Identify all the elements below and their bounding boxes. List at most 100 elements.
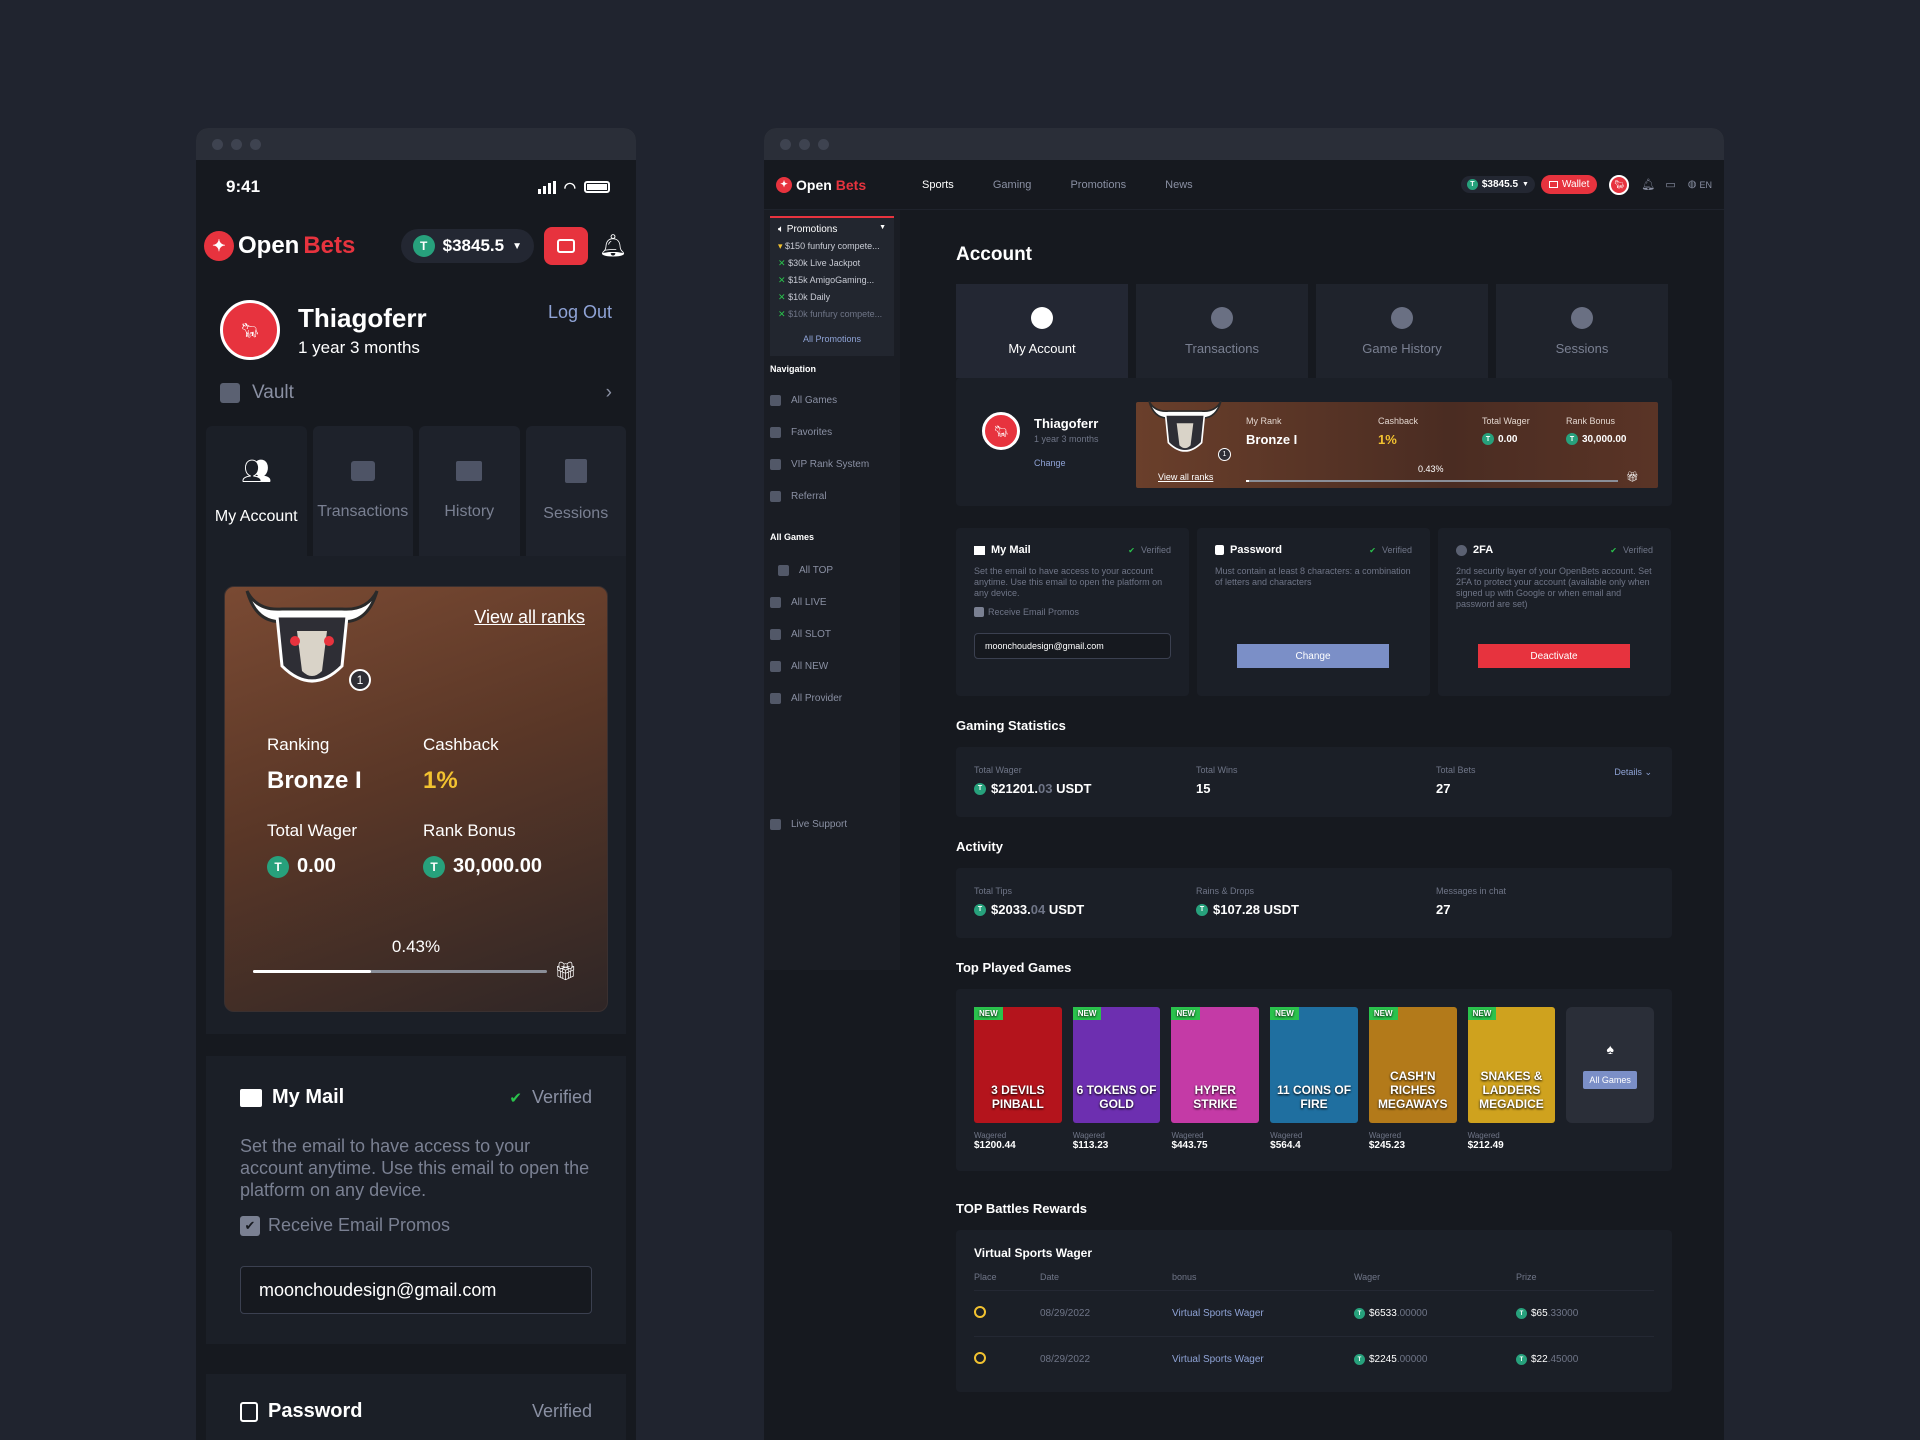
sidebar-item-all-new[interactable]: All NEW <box>764 650 900 682</box>
usdt-icon: T <box>1466 179 1478 190</box>
user-group-icon: 👥︎ <box>241 457 272 485</box>
all-promotions-link[interactable]: All Promotions <box>778 334 886 344</box>
game-card[interactable]: NEW SNAKES & LADDERS MEGADICE Wagered $212.… <box>1467 1007 1556 1153</box>
promo-item[interactable]: ▾ $150 funfury compete... <box>778 241 886 252</box>
sidebar-item-all-top[interactable]: All TOP <box>764 554 900 586</box>
globe-icon[interactable]: ◍ <box>1688 179 1697 190</box>
balance-selector[interactable]: T $3845.5 ▼ <box>400 229 534 263</box>
verified-label: Verified <box>531 1401 592 1421</box>
deactivate-2fa-button[interactable]: Deactivate <box>1478 644 1630 668</box>
bell-icon[interactable]: 🔔︎ <box>598 233 628 259</box>
usdt-icon: T <box>1516 1308 1527 1319</box>
avatar[interactable]: 🐂︎ <box>220 300 280 360</box>
chat-icon[interactable]: ▭ <box>1665 178 1675 191</box>
tab-sessions[interactable]: Sessions <box>1496 284 1668 378</box>
battery-icon <box>584 181 610 193</box>
game-cover: NEW 6 TOKENS OF GOLD <box>1072 1007 1161 1123</box>
promo-item[interactable]: ✕ $10k Daily <box>778 292 886 303</box>
email-field[interactable]: moonchoudesign@gmail.com <box>974 633 1171 659</box>
sidebar-item-all-live[interactable]: All LIVE <box>764 586 900 618</box>
game-card[interactable]: NEW 6 TOKENS OF GOLD Wagered $113.23 <box>1072 1007 1161 1153</box>
rank-level-badge: 1 <box>1218 448 1231 461</box>
sidebar-item-favorites[interactable]: Favorites <box>764 416 900 448</box>
bell-icon[interactable]: 🔔︎ <box>1641 178 1655 191</box>
rains-drops-value: $107.28 USDT <box>1213 902 1299 917</box>
live-icon <box>770 596 781 608</box>
promo-item[interactable]: ✕ $30k Live Jackpot <box>778 258 886 269</box>
vault-row[interactable]: Vault › <box>220 382 612 404</box>
tab-game-history[interactable]: Game History <box>1316 284 1488 378</box>
status-bar: 9:41 ◠ <box>196 160 636 214</box>
nav-promotions[interactable]: Promotions <box>1070 179 1126 191</box>
promo-checkbox[interactable] <box>974 607 984 617</box>
tab-sessions[interactable]: Sessions <box>525 426 626 556</box>
sidebar-item-all-provider[interactable]: All Provider <box>764 682 900 714</box>
tab-history[interactable]: History <box>419 426 520 556</box>
promotions-header[interactable]: 🔈︎ Promotions ▼ <box>778 224 886 235</box>
rank-bonus-label: Rank Bonus <box>1566 416 1616 426</box>
rank-card: 1 View all ranks Ranking Bronze I Cashbac… <box>224 586 608 1012</box>
game-card[interactable]: NEW CASH'N RICHES MEGAWAYS Wagered $245.23 <box>1368 1007 1457 1153</box>
sidebar-item-live-support[interactable]: Live Support <box>764 808 900 840</box>
usdt-icon: T <box>974 903 986 916</box>
logo[interactable]: ✦ Open Bets <box>776 176 922 193</box>
avatar[interactable]: 🐂︎ <box>982 412 1020 450</box>
window-controls <box>764 128 1724 160</box>
promo-item[interactable]: ✕ $10k funfury compete... <box>778 309 886 320</box>
nav-news[interactable]: News <box>1165 179 1193 191</box>
new-badge: NEW <box>974 1007 1003 1020</box>
sidebar-item-all-slot[interactable]: All SLOT <box>764 618 900 650</box>
all-games-card[interactable]: ♠ All Games <box>1566 1007 1655 1153</box>
check-icon: ✔ <box>1610 545 1617 555</box>
nav-sports[interactable]: Sports <box>922 179 954 191</box>
language-selector[interactable]: EN <box>1699 180 1712 190</box>
vault-icon <box>220 383 240 403</box>
total-bets-value: 27 <box>1436 781 1451 796</box>
change-password-button[interactable]: Change <box>1237 644 1389 668</box>
gift-icon[interactable]: 🎁︎ <box>1626 472 1639 483</box>
table-row: 08/29/2022 Virtual Sports Wager T $6533.0… <box>974 1290 1654 1336</box>
total-wager-label: Total Wager <box>1482 416 1530 426</box>
tab-my-account[interactable]: My Account <box>956 284 1128 378</box>
game-cover: NEW SNAKES & LADDERS MEGADICE <box>1467 1007 1556 1123</box>
transactions-icon <box>1211 306 1233 329</box>
avatar[interactable]: 🐂︎ <box>1609 174 1630 195</box>
tab-transactions[interactable]: Transactions <box>312 426 413 556</box>
promo-item[interactable]: ✕ $15k AmigoGaming... <box>778 275 886 286</box>
sidebar-item-all-games[interactable]: All Games <box>764 384 900 416</box>
profile-age: 1 year 3 months <box>1034 434 1099 444</box>
details-dropdown[interactable]: Details ⌄ <box>1614 767 1652 778</box>
cashback-value: 1% <box>1378 432 1397 447</box>
tab-transactions[interactable]: Transactions <box>1136 284 1308 378</box>
wallet-button[interactable] <box>544 227 588 265</box>
balance-selector[interactable]: T $3845.5 ▼ <box>1460 176 1535 193</box>
ranking-value: Bronze I <box>267 767 362 794</box>
game-card[interactable]: NEW HYPER STRIKE Wagered $443.75 <box>1171 1007 1260 1153</box>
view-all-ranks-link[interactable]: View all ranks <box>1158 472 1213 482</box>
all-games-button[interactable]: All Games <box>1583 1071 1637 1089</box>
total-wager-label: Total Wager <box>974 765 1022 775</box>
rains-drops-label: Rains & Drops <box>1196 886 1255 896</box>
email-field[interactable]: moonchoudesign@gmail.com <box>240 1266 592 1314</box>
wallet-button[interactable]: Wallet <box>1540 175 1598 194</box>
laptop-icon <box>456 461 483 481</box>
promo-checkbox[interactable]: ✔ <box>240 1215 260 1236</box>
logout-link[interactable]: Log Out <box>548 302 612 323</box>
game-card[interactable]: NEW 11 COINS OF FIRE Wagered $564.4 <box>1270 1007 1358 1153</box>
nav-gaming[interactable]: Gaming <box>993 179 1032 191</box>
new-badge: NEW <box>1270 1007 1299 1020</box>
usdt-icon: T <box>1566 433 1578 445</box>
change-avatar-link[interactable]: Change <box>1034 458 1066 468</box>
logo[interactable]: ✦ Open Bets <box>204 231 391 261</box>
profile-name: Thiagoferr <box>1034 416 1099 431</box>
gift-icon[interactable]: 🎁︎ <box>554 961 577 982</box>
sidebar-item-referral[interactable]: Referral <box>764 480 900 512</box>
x-icon: ✕ <box>778 292 786 302</box>
game-card[interactable]: NEW 3 DEVILS PINBALL Wagered $1200.44 <box>974 1007 1062 1153</box>
rank-level-badge: 1 <box>349 669 371 691</box>
sidebar-item-vip[interactable]: VIP Rank System <box>764 448 900 480</box>
page-title: Account <box>956 244 1032 265</box>
tab-my-account[interactable]: 👥︎ My Account <box>206 426 307 556</box>
view-all-ranks-link[interactable]: View all ranks <box>474 607 585 628</box>
chevron-down-icon: ⌄ <box>1644 767 1652 777</box>
